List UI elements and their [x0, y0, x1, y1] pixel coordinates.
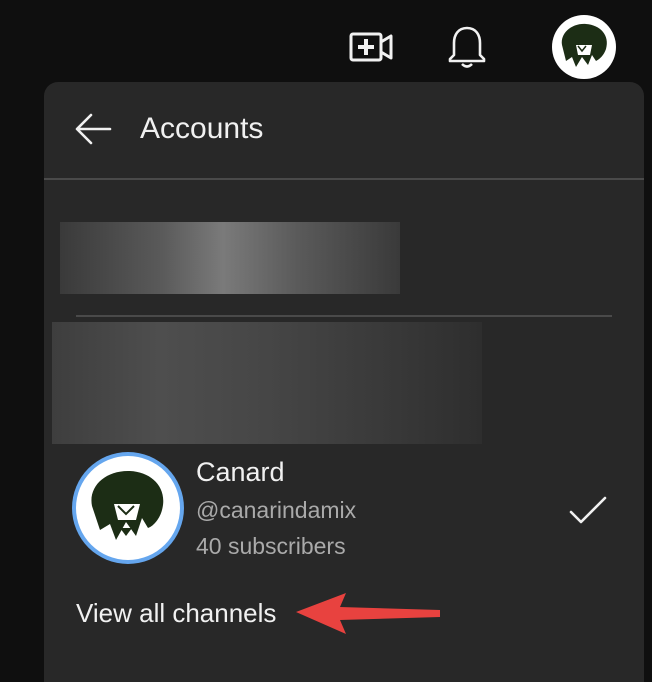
panel-title: Accounts [140, 112, 264, 145]
account-divider [76, 315, 612, 317]
create-video-icon[interactable] [348, 28, 394, 66]
account-avatar[interactable] [552, 15, 616, 79]
view-all-channels-link[interactable]: View all channels [76, 597, 276, 629]
annotation-arrow-icon [296, 593, 440, 634]
checkmark-icon [568, 490, 608, 530]
blurred-account-row[interactable] [60, 222, 400, 294]
subscriber-count: 40 subscribers [196, 533, 346, 559]
channel-name: Canard [196, 457, 285, 487]
channel-avatar [76, 456, 180, 560]
notifications-bell-icon[interactable] [446, 24, 488, 70]
channel-handle: @canarindamix [196, 497, 357, 523]
panel-header: Accounts [44, 82, 644, 178]
blurred-account-row[interactable] [52, 322, 482, 444]
account-item-canard[interactable]: Canard @canarindamix 40 subscribers [44, 454, 644, 564]
arrow-left-icon[interactable] [74, 110, 112, 148]
header-divider [44, 178, 644, 180]
top-bar [0, 0, 652, 82]
